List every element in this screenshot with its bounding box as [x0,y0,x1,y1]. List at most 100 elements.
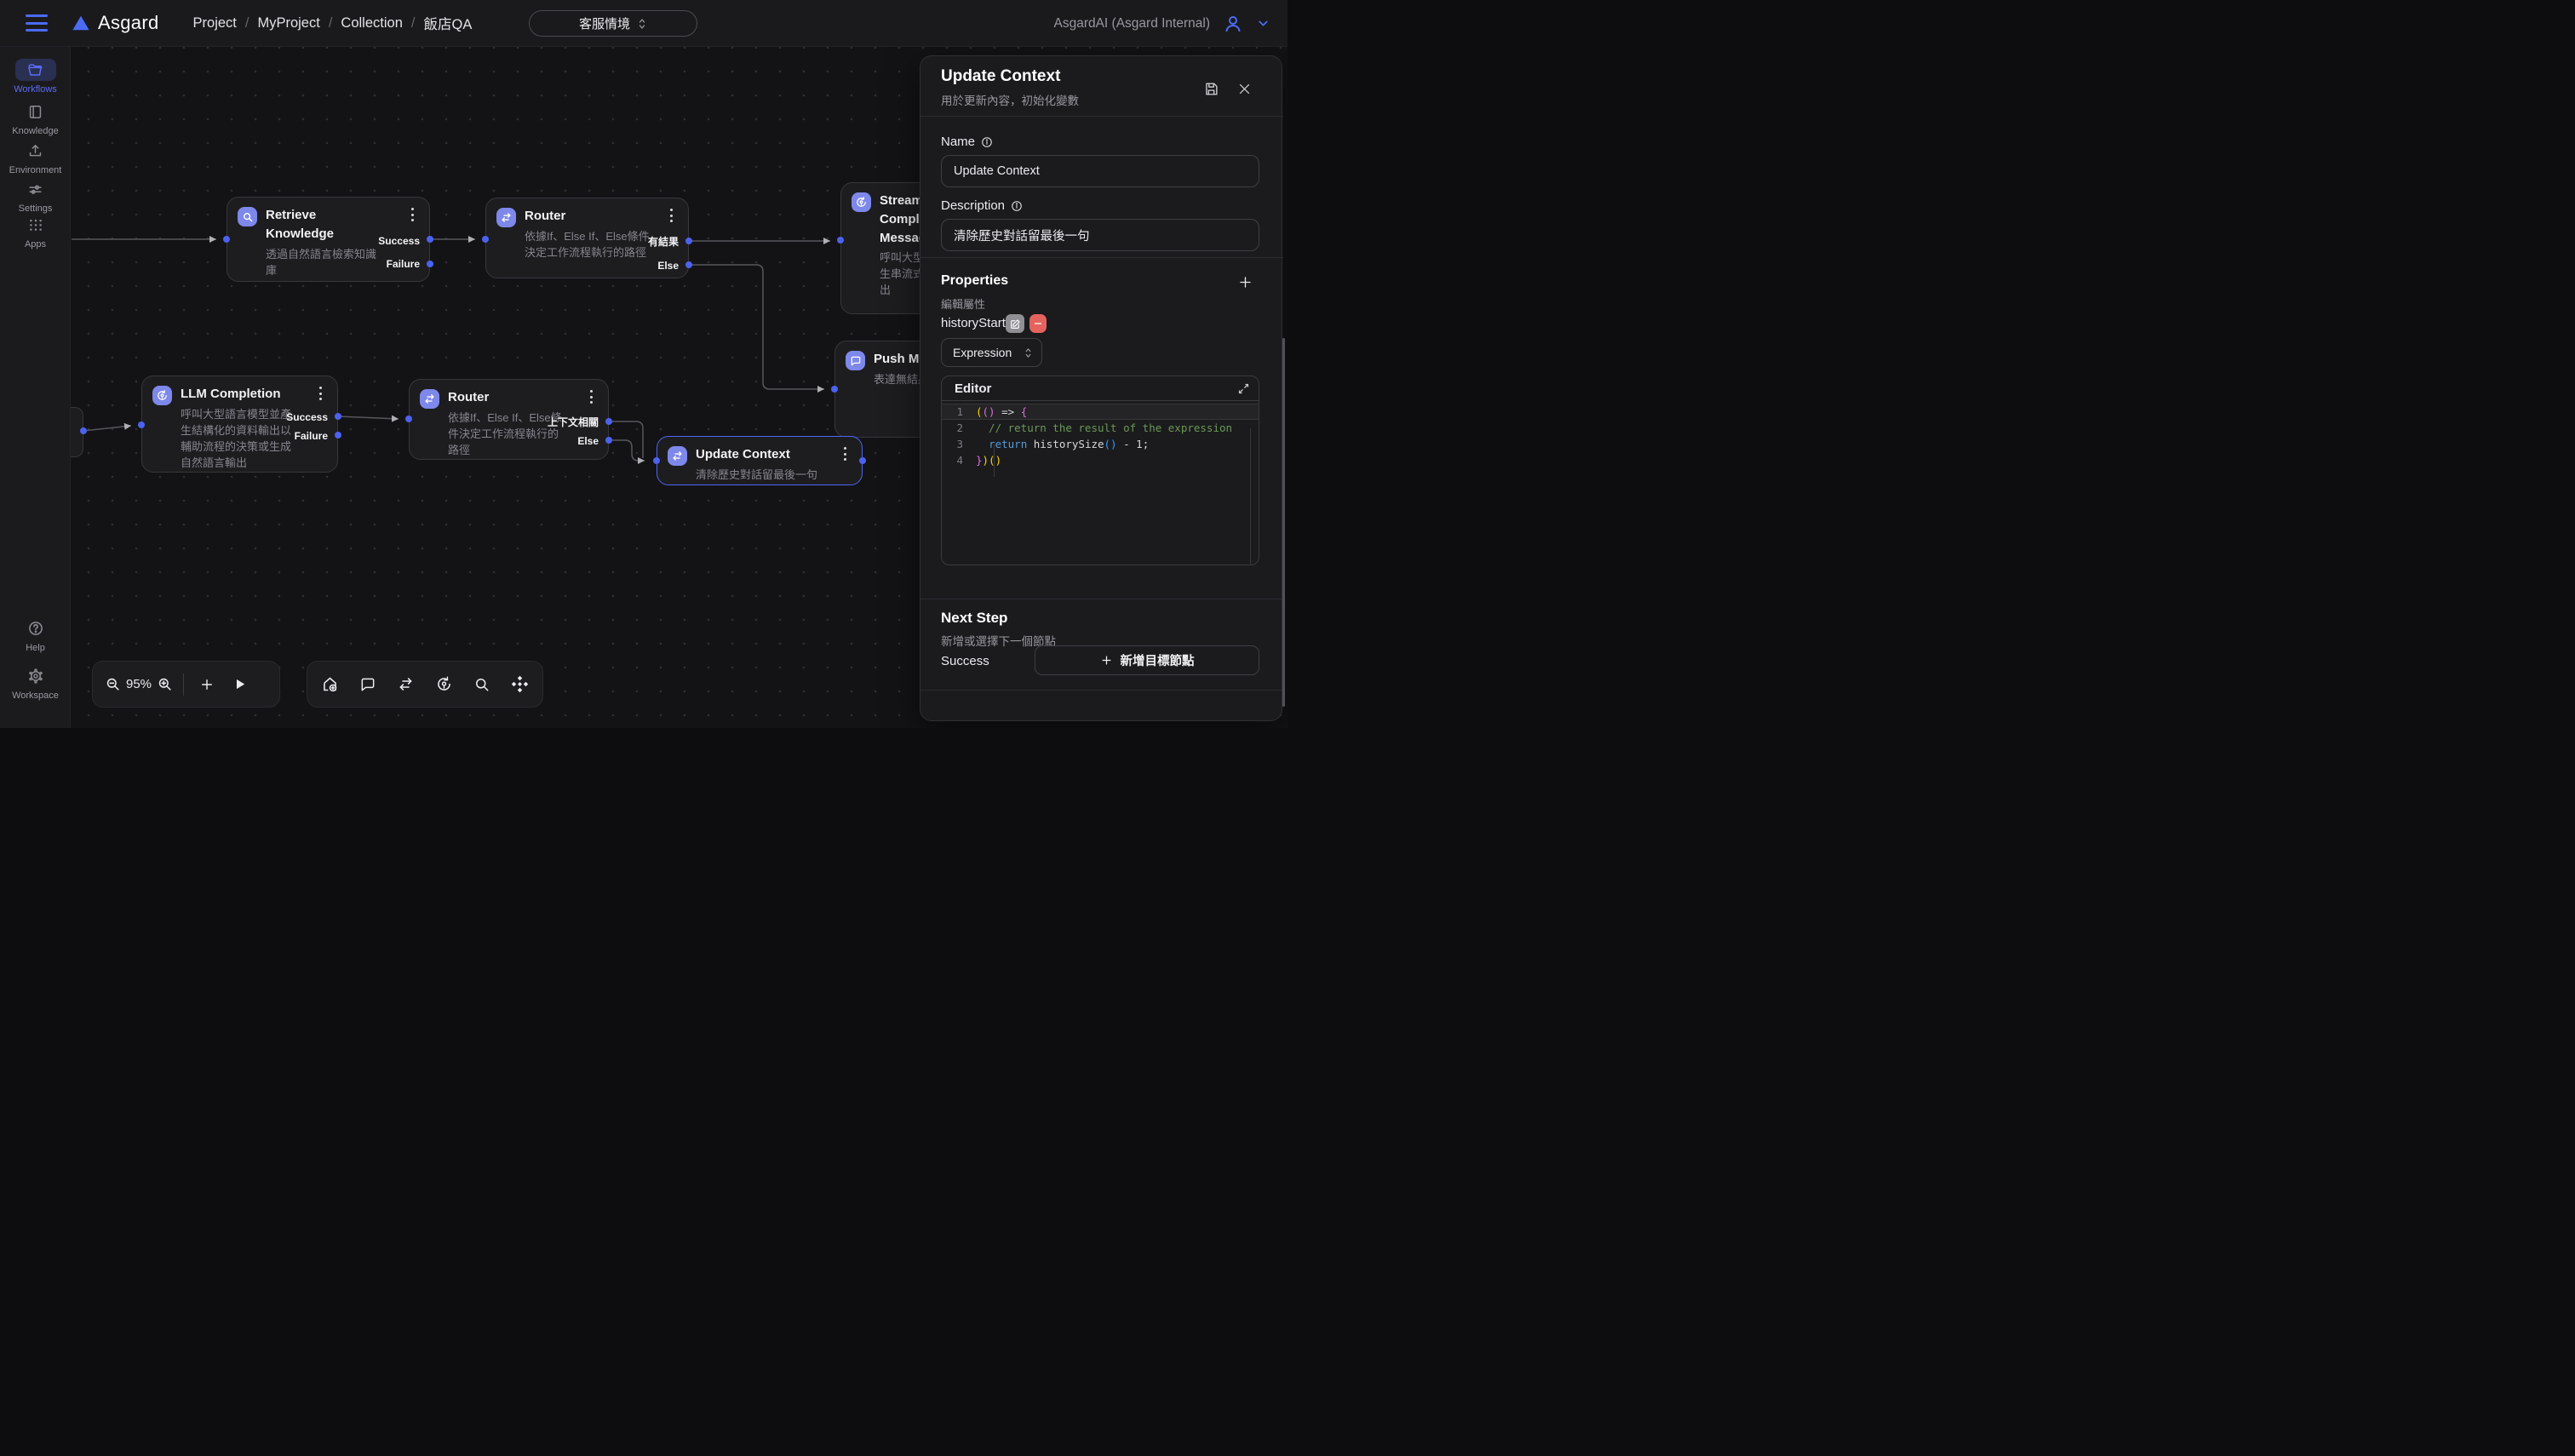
add-target-node-button[interactable]: 新增目標節點 [1035,645,1259,675]
panel-title: Update Context [941,67,1060,86]
node-menu-icon[interactable] [585,390,597,404]
code-line: 2 // return the result of the expression [942,420,1259,436]
breadcrumb-item[interactable]: Project [193,15,237,32]
add-property-icon[interactable] [1237,274,1253,290]
output-port-label[interactable]: Failure [387,259,420,269]
run-workflow-button[interactable] [225,677,254,691]
chevron-updown-icon [637,18,647,30]
sidebar-item-settings[interactable]: Settings [0,178,71,214]
gear-icon [27,668,44,685]
output-port-label[interactable]: Failure [295,431,328,441]
user-icon[interactable] [1223,14,1243,34]
output-port-label[interactable]: Success [286,412,328,422]
search-icon [242,211,254,223]
name-label: Name [941,135,993,149]
zoom-toolbar: 95% [92,661,280,708]
breadcrumb-item[interactable]: Collection [341,15,402,32]
sidebar-item-apps[interactable]: Apps [0,214,71,249]
router-arrows-icon [423,393,436,405]
sidebar-item-workflows[interactable]: Workflows [0,59,71,95]
sidebar-item-workspace[interactable]: Workspace [0,665,71,701]
save-icon[interactable] [1203,81,1219,97]
window-scrollbar[interactable] [1282,338,1285,707]
sidebar-item-environment[interactable]: Environment [0,140,71,175]
help-icon [27,620,44,637]
toolbar-divider [183,674,184,696]
account-chevron-down-icon[interactable] [1256,16,1270,31]
node-router-top[interactable]: Router 依據If、Else If、Else條件決定工作流程執行的路徑 有結… [485,198,689,278]
app-logo[interactable]: Asgard [72,12,159,34]
environment-select[interactable]: 客服情境 [529,10,697,37]
node-retrieve-knowledge[interactable]: Retrieve Knowledge 透過自然語言檢索知識庫 Success F… [227,197,430,282]
code-lines: 1(() => {2 // return the result of the e… [942,404,1259,468]
llm-refresh-bulb-icon [156,389,169,402]
editor-title: Editor [955,381,991,396]
environment-select-value: 客服情境 [579,14,630,32]
code-editor[interactable]: 1(() => {2 // return the result of the e… [942,401,1259,565]
left-sidebar: Workflows Knowledge Environment Settings… [0,47,71,728]
info-icon [981,136,993,148]
sidebar-item-label: Workspace [12,691,59,701]
search-node-button[interactable] [473,676,490,693]
expression-editor: Editor 1(() => {2 // return the result o… [941,375,1259,565]
breadcrumb-item[interactable]: 飯店QA [423,13,472,33]
triangle-logo-icon [72,14,90,32]
folder-icon [27,62,43,78]
branch-label: Success [941,654,989,668]
node-menu-icon[interactable] [314,387,326,400]
hamburger-menu-icon[interactable] [26,14,48,32]
message-node-button[interactable] [359,676,376,693]
editor-scrollbar[interactable] [1250,428,1251,565]
node-palette-toolbar [307,661,543,708]
expand-icon[interactable] [1237,382,1250,395]
output-port-label[interactable]: Else [657,261,679,271]
add-node-button[interactable] [194,677,220,692]
offscreen-node[interactable] [71,407,83,457]
logo-text: Asgard [98,12,159,34]
code-line: 4})() [942,452,1259,468]
breadcrumb[interactable]: Project/MyProject/Collection/飯店QA [193,13,473,33]
move-tool-button[interactable] [511,675,529,693]
top-navbar: Asgard Project/MyProject/Collection/飯店QA… [0,0,1288,47]
app-window: Asgard Project/MyProject/Collection/飯店QA… [0,0,1288,728]
zoom-level: 95% [121,677,157,691]
node-menu-icon[interactable] [406,208,418,221]
info-icon [1011,200,1023,212]
router-node-button[interactable] [397,675,415,693]
name-input[interactable] [941,155,1259,187]
node-menu-icon[interactable] [665,209,677,222]
properties-subtitle: 編輯屬性 [941,295,985,312]
zoom-out-button[interactable] [105,676,121,692]
node-llm-completion[interactable]: LLM Completion 呼叫大型語言模型並產生結構化的資料輸出以輔助流程的… [141,375,338,473]
breadcrumb-item[interactable]: MyProject [257,15,319,32]
sidebar-item-help[interactable]: Help [0,617,71,653]
property-type-select[interactable]: Expression [941,338,1042,367]
node-update-context[interactable]: Update Context 清除歷史對話留最後一句 [657,436,863,485]
zoom-in-button[interactable] [157,676,173,692]
node-description: 呼叫大型語言模型並產生結構化的資料輸出以輔助流程的決策或生成自然語言輸出 [181,406,294,471]
property-type-value: Expression [953,346,1012,359]
close-icon[interactable] [1237,82,1252,96]
output-port-label[interactable]: 有結果 [648,237,679,247]
node-title: Update Context [696,445,849,464]
llm-node-button[interactable] [435,675,453,693]
description-label: Description [941,198,1023,213]
sidebar-item-knowledge[interactable]: Knowledge [0,100,71,136]
sidebar-item-label: Workflows [14,84,57,95]
add-home-node-button[interactable] [321,675,339,693]
account-label: AsgardAI (Asgard Internal) [1053,16,1210,32]
next-step-title: Next Step [941,610,1007,627]
node-router-bottom[interactable]: Router 依據If、Else If、Else條件決定工作流程執行的路徑 上下… [409,379,609,460]
node-description: 依據If、Else If、Else條件決定工作流程執行的路徑 [525,228,651,261]
edit-property-icon[interactable] [1006,314,1024,333]
remove-property-icon[interactable] [1029,314,1047,333]
node-menu-icon[interactable] [839,447,851,461]
node-title: Retrieve Knowledge [266,206,379,244]
sidebar-item-label: Settings [19,203,53,214]
node-title: LLM Completion [181,385,294,404]
panel-subtitle: 用於更新內容，初始化變數 [941,91,1079,108]
description-input[interactable] [941,219,1259,251]
output-port-label[interactable]: 上下文相關 [548,417,599,427]
output-port-label[interactable]: Success [378,236,420,246]
output-port-label[interactable]: Else [577,436,599,446]
